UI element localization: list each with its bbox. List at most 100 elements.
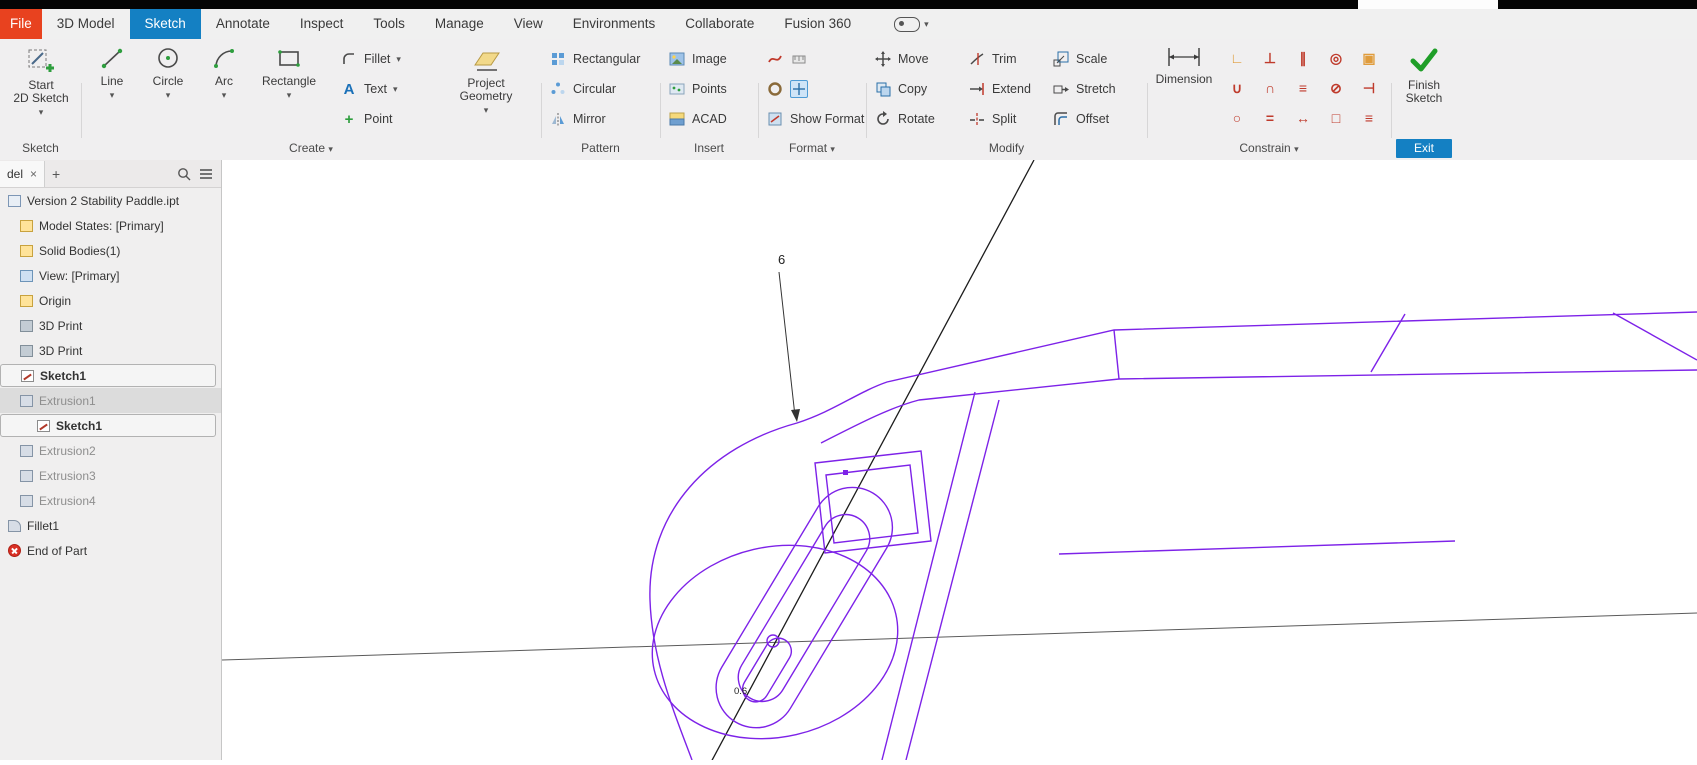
line-button[interactable]: Line ▾ xyxy=(86,43,138,102)
trim-button[interactable]: Trim xyxy=(968,47,1017,71)
tree-item-model-states[interactable]: Model States: [Primary] xyxy=(0,213,221,238)
show-constraints-icon[interactable]: □ xyxy=(1321,105,1351,131)
stretch-button[interactable]: Stretch xyxy=(1052,77,1116,101)
tab-3d-model[interactable]: 3D Model xyxy=(42,9,130,39)
handle-inner-edge[interactable] xyxy=(821,370,1697,443)
tab-manage[interactable]: Manage xyxy=(420,9,499,39)
dimension-value[interactable]: 6 xyxy=(778,252,785,267)
arc-button[interactable]: Arc ▾ xyxy=(198,43,250,102)
rotate-button[interactable]: Rotate xyxy=(874,107,935,131)
finish-sketch-button[interactable]: Finish Sketch xyxy=(1398,43,1450,105)
browser-menu-icon[interactable] xyxy=(199,168,213,180)
tree-item-solid-bodies[interactable]: Solid Bodies(1) xyxy=(0,238,221,263)
rectangular-pattern-button[interactable]: Rectangular xyxy=(549,47,640,71)
tree-item-extrusion4[interactable]: Extrusion4 xyxy=(0,488,221,513)
constraint-concentric-icon[interactable]: ◎ xyxy=(1321,45,1351,71)
tab-annotate[interactable]: Annotate xyxy=(201,9,285,39)
handle-bend-edge[interactable] xyxy=(1114,330,1119,379)
project-geometry-button[interactable]: Project Geometry ▾ xyxy=(436,43,536,117)
constraint-symmetric-icon[interactable]: ⊘ xyxy=(1321,75,1351,101)
construction-icon[interactable] xyxy=(766,80,784,98)
key-rectangle-inner[interactable] xyxy=(826,465,918,543)
copy-button[interactable]: Copy xyxy=(874,77,927,101)
tab-fusion-360[interactable]: Fusion 360 xyxy=(769,9,866,39)
sketch-canvas[interactable]: 6 0.6 xyxy=(222,160,1697,760)
tree-item-part[interactable]: Version 2 Stability Paddle.ipt xyxy=(0,188,221,213)
dimension-leader[interactable] xyxy=(779,272,795,416)
text-button[interactable]: A Text ▾ xyxy=(340,77,397,101)
tree-item-origin[interactable]: Origin xyxy=(0,288,221,313)
search-icon[interactable] xyxy=(177,167,191,181)
group-label-format[interactable]: Format ▾ xyxy=(758,138,866,160)
constraint-coincident-icon[interactable]: ∟ xyxy=(1222,45,1252,71)
blade-right-edge-1[interactable] xyxy=(882,392,975,760)
constraint-smooth-icon[interactable]: ∩ xyxy=(1255,75,1285,101)
slot-dimension-value[interactable]: 0.6 xyxy=(734,686,747,697)
tab-sketch[interactable]: Sketch xyxy=(130,9,201,39)
group-label-create[interactable]: Create ▾ xyxy=(81,138,541,160)
handle-hatch-line[interactable] xyxy=(1371,314,1405,372)
origin-axis-line[interactable] xyxy=(222,613,1697,660)
circular-pattern-button[interactable]: Circular xyxy=(549,77,616,101)
extend-button[interactable]: Extend xyxy=(968,77,1031,101)
centerpoint-icon[interactable] xyxy=(790,80,808,98)
scale-button[interactable]: Scale xyxy=(1052,47,1107,71)
fillet-button[interactable]: Fillet ▾ xyxy=(340,47,401,71)
tab-collaborate[interactable]: Collaborate xyxy=(670,9,769,39)
show-format-button[interactable]: Show Format xyxy=(766,107,864,131)
driven-dimension-icon[interactable] xyxy=(790,50,808,68)
sketch-geometry[interactable] xyxy=(633,312,1697,760)
handle-mid-line[interactable] xyxy=(1059,541,1455,554)
point-button[interactable]: + Point xyxy=(340,107,393,131)
insert-points-button[interactable]: Points xyxy=(668,77,727,101)
mirror-button[interactable]: Mirror xyxy=(549,107,606,131)
tree-item-3d-print-1[interactable]: 3D Print xyxy=(0,313,221,338)
spline-format-icon[interactable] xyxy=(766,50,784,68)
constraint-equal-icon[interactable]: = xyxy=(1255,105,1285,131)
start-2d-sketch-button[interactable]: Start 2D Sketch ▾ xyxy=(6,43,76,119)
browser-tab-model[interactable]: del × xyxy=(0,161,45,187)
offset-button[interactable]: Offset xyxy=(1052,107,1109,131)
tree-item-extrusion2[interactable]: Extrusion2 xyxy=(0,438,221,463)
group-label-constrain[interactable]: Constrain ▾ xyxy=(1147,138,1391,160)
tree-item-extrusion3[interactable]: Extrusion3 xyxy=(0,463,221,488)
split-button[interactable]: Split xyxy=(968,107,1016,131)
boss-ellipse[interactable] xyxy=(633,522,917,760)
sketch-point-marker[interactable] xyxy=(843,470,848,475)
constraint-collinear-icon[interactable]: ≡ xyxy=(1288,75,1318,101)
tab-file[interactable]: File xyxy=(0,9,42,39)
insert-acad-button[interactable]: ACAD xyxy=(668,107,727,131)
tree-item-sketch1-active[interactable]: Sketch1 xyxy=(0,364,216,387)
rectangle-button[interactable]: Rectangle ▾ xyxy=(254,43,324,102)
constraint-perpendicular-icon[interactable]: ⊥ xyxy=(1255,45,1285,71)
exit-badge[interactable]: Exit xyxy=(1396,139,1452,158)
tab-view[interactable]: View xyxy=(499,9,558,39)
tree-item-fillet1[interactable]: Fillet1 xyxy=(0,513,221,538)
constraint-tangent-icon[interactable]: ∪ xyxy=(1222,75,1252,101)
constraint-horizontal-icon[interactable]: ○ xyxy=(1222,105,1252,131)
blade-right-edge-2[interactable] xyxy=(906,400,999,760)
move-button[interactable]: Move xyxy=(874,47,929,71)
tree-item-end-of-part[interactable]: End of Part xyxy=(0,538,221,563)
tree-item-3d-print-2[interactable]: 3D Print xyxy=(0,338,221,363)
tree-item-view[interactable]: View: [Primary] xyxy=(0,263,221,288)
tab-environments[interactable]: Environments xyxy=(558,9,671,39)
circle-button[interactable]: Circle ▾ xyxy=(142,43,194,102)
constraint-parallel-icon[interactable]: ∥ xyxy=(1288,45,1318,71)
slot-outer[interactable] xyxy=(701,473,907,743)
slot-inner[interactable] xyxy=(729,506,878,711)
constraint-lock-icon[interactable]: ▣ xyxy=(1354,45,1384,71)
dimension-button[interactable]: Dimension xyxy=(1152,43,1216,86)
handle-end-line[interactable] xyxy=(1613,313,1697,360)
tree-item-sketch1-child[interactable]: Sketch1 xyxy=(0,414,216,437)
close-icon[interactable]: × xyxy=(30,167,37,181)
insert-image-button[interactable]: Image xyxy=(668,47,727,71)
constraint-fix-icon[interactable]: ↔ xyxy=(1288,105,1318,131)
constraint-vertical-icon[interactable]: ⊣ xyxy=(1354,75,1384,101)
sketch-viewport[interactable]: 6 0.6 xyxy=(222,160,1697,760)
tab-tools[interactable]: Tools xyxy=(358,9,420,39)
tree-item-extrusion1[interactable]: Extrusion1 xyxy=(0,388,221,413)
screencast-button[interactable]: ▾ xyxy=(894,9,929,39)
tab-inspect[interactable]: Inspect xyxy=(285,9,359,39)
constraint-settings-icon[interactable]: ≡ xyxy=(1354,105,1384,131)
